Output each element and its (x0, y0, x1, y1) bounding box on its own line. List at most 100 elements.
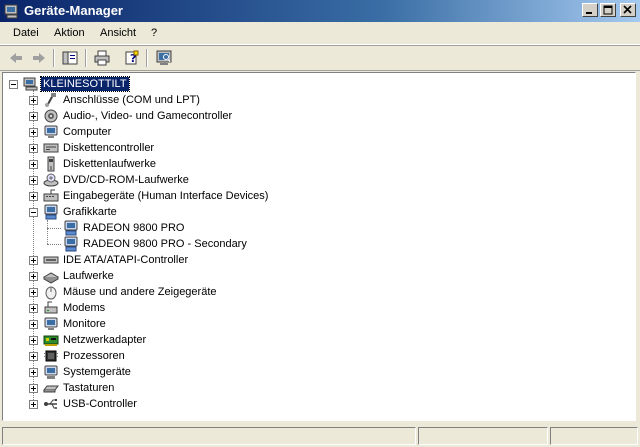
display-adapter-icon (63, 236, 79, 252)
port-icon (43, 92, 59, 108)
toolbar-separator (146, 49, 148, 67)
console-tree-icon (62, 51, 78, 65)
tree-category-node[interactable]: Diskettencontroller (3, 140, 633, 156)
forward-button[interactable] (29, 49, 49, 67)
tree-node-label: Systemgeräte (63, 366, 131, 378)
tree-node-label: Computer (63, 126, 112, 138)
status-bar (0, 425, 640, 447)
tree-category-node[interactable]: Mäuse und andere Zeigegeräte (3, 284, 633, 300)
tree-node-label: Diskettencontroller (63, 142, 155, 154)
tree-category-node[interactable]: Prozessoren (3, 348, 633, 364)
expand-plus-icon[interactable] (29, 160, 38, 169)
tree-category-node[interactable]: Eingabegeräte (Human Interface Devices) (3, 188, 633, 204)
scan-hardware-button[interactable] (154, 49, 174, 67)
tree-connector (47, 220, 48, 244)
tree-category-node[interactable]: Systemgeräte (3, 364, 633, 380)
back-arrow-icon (10, 53, 22, 63)
properties-button[interactable]: ? (122, 49, 142, 67)
menu-help[interactable]: ? (149, 26, 159, 40)
processor-icon (43, 348, 59, 364)
tree-node-label: Laufwerke (63, 270, 114, 282)
tree-device-node[interactable]: RADEON 9800 PRO (3, 220, 633, 236)
tree-category-node[interactable]: Audio-, Video- und Gamecontroller (3, 108, 633, 124)
tree-category-node[interactable]: Computer (3, 124, 633, 140)
tree-category-node[interactable]: Diskettenlaufwerke (3, 156, 633, 172)
expand-plus-icon[interactable] (29, 336, 38, 345)
minimize-icon (586, 12, 592, 14)
title-bar[interactable]: Geräte-Manager (0, 0, 640, 22)
tree-category-node[interactable]: Modems (3, 300, 633, 316)
display-adapter-icon (43, 204, 59, 220)
tree-node-label: Anschlüsse (COM und LPT) (63, 94, 200, 106)
tree-node-label: Audio-, Video- und Gamecontroller (63, 110, 233, 122)
expand-plus-icon[interactable] (29, 144, 38, 153)
computer-icon (4, 3, 20, 19)
expand-plus-icon[interactable] (29, 112, 38, 121)
print-button[interactable] (92, 49, 112, 67)
usb-icon (43, 396, 59, 412)
print-icon (94, 50, 110, 66)
expand-plus-icon[interactable] (29, 128, 38, 137)
tree-category-node[interactable]: DVD/CD-ROM-Laufwerke (3, 172, 633, 188)
expand-plus-icon[interactable] (29, 192, 38, 201)
tree-category-node[interactable]: Netzwerkadapter (3, 332, 633, 348)
ide-controller-icon (43, 252, 59, 268)
cdrom-icon (43, 172, 59, 188)
expand-plus-icon[interactable] (29, 176, 38, 185)
collapse-minus-icon[interactable] (9, 80, 18, 89)
tree-connector (47, 244, 61, 245)
expand-plus-icon[interactable] (29, 320, 38, 329)
device-tree[interactable]: KLEINESOTTILT Anschlüsse (COM und LPT) Aud… (2, 72, 636, 421)
help-properties-icon: ? (125, 50, 139, 65)
show-hide-tree-button[interactable] (60, 49, 80, 67)
network-adapter-icon (43, 332, 59, 348)
menu-ansicht[interactable]: Ansicht (98, 26, 138, 40)
toolbar-separator (53, 49, 55, 67)
tree-node-label: RADEON 9800 PRO - Secondary (83, 238, 247, 250)
tree-node-label: Mäuse und andere Zeigegeräte (63, 286, 217, 298)
collapse-minus-icon[interactable] (29, 208, 38, 217)
back-button[interactable] (6, 49, 26, 67)
hard-drive-icon (42, 268, 60, 284)
minimize-button[interactable] (582, 3, 598, 17)
menu-datei[interactable]: Datei (11, 26, 41, 40)
monitor-icon (43, 124, 59, 140)
expand-plus-icon[interactable] (29, 288, 38, 297)
tree-node-label: IDE ATA/ATAPI-Controller (63, 254, 189, 266)
tree-root-node[interactable]: KLEINESOTTILT (3, 76, 633, 92)
expand-plus-icon[interactable] (29, 400, 38, 409)
expand-plus-icon[interactable] (29, 256, 38, 265)
window-title: Geräte-Manager (24, 3, 123, 18)
tree-category-node[interactable]: USB-Controller (3, 396, 633, 412)
tree-category-node[interactable]: Laufwerke (3, 268, 633, 284)
expand-plus-icon[interactable] (29, 304, 38, 313)
tree-connector (47, 228, 61, 229)
tree-category-node[interactable]: Monitore (3, 316, 633, 332)
computer-icon (23, 76, 39, 92)
display-adapter-icon (63, 220, 79, 236)
maximize-button[interactable] (600, 3, 616, 17)
tree-category-node[interactable]: Grafikkarte (3, 204, 633, 220)
scan-hardware-icon (156, 50, 172, 65)
hid-icon (43, 188, 59, 204)
forward-arrow-icon (33, 53, 45, 63)
expand-plus-icon[interactable] (29, 368, 38, 377)
expand-plus-icon[interactable] (29, 384, 38, 393)
tree-node-label: Netzwerkadapter (63, 334, 147, 346)
tree-category-node[interactable]: IDE ATA/ATAPI-Controller (3, 252, 633, 268)
speaker-icon (43, 108, 59, 124)
close-button[interactable] (620, 3, 636, 17)
tree-device-node[interactable]: RADEON 9800 PRO - Secondary (3, 236, 633, 252)
expand-plus-icon[interactable] (29, 352, 38, 361)
tree-category-node[interactable]: Anschlüsse (COM und LPT) (3, 92, 633, 108)
tree-category-node[interactable]: Tastaturen (3, 380, 633, 396)
expand-plus-icon[interactable] (29, 272, 38, 281)
menu-bar: Datei Aktion Ansicht ? (0, 22, 640, 45)
tree-node-label: Modems (63, 302, 106, 314)
menu-aktion[interactable]: Aktion (52, 26, 87, 40)
tree-node-label: DVD/CD-ROM-Laufwerke (63, 174, 189, 186)
device-manager-window: Geräte-Manager Datei Aktion Ansicht ? ? … (0, 0, 640, 447)
tree-node-label: Diskettenlaufwerke (63, 158, 156, 170)
expand-plus-icon[interactable] (29, 96, 38, 105)
tree-node-label: Eingabegeräte (Human Interface Devices) (63, 190, 269, 202)
